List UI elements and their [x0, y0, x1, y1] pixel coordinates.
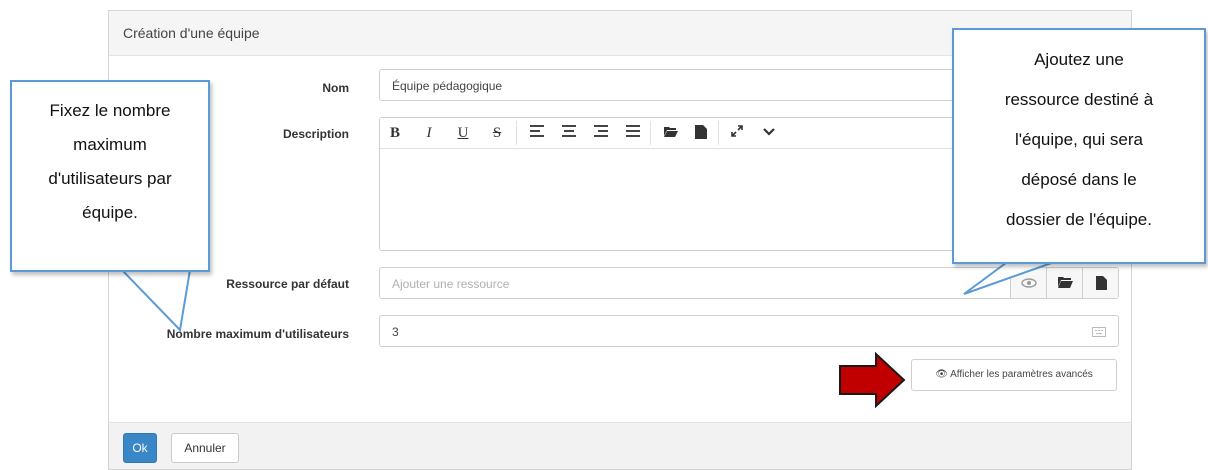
left-callout-line: équipe.	[82, 203, 138, 222]
left-callout-line: Fixez le nombre	[49, 101, 171, 120]
modal-footer: Ok Annuler	[109, 422, 1131, 469]
align-center-icon[interactable]	[558, 125, 580, 141]
right-callout-line: Ajoutez une	[1034, 50, 1124, 69]
underline-button[interactable]: U	[452, 125, 474, 141]
max-users-input[interactable]: 3	[379, 315, 1119, 347]
eye-icon: 👁	[935, 369, 948, 380]
left-callout: Fixez le nombre maximum d'utilisateurs p…	[10, 80, 210, 272]
justify-icon[interactable]	[622, 125, 644, 141]
red-arrow-icon	[839, 352, 906, 408]
fullscreen-icon[interactable]	[726, 125, 748, 141]
right-callout-line: ressource destiné à	[1004, 90, 1154, 109]
align-left-icon[interactable]	[526, 125, 548, 141]
show-advanced-button[interactable]: 👁 Afficher les paramètres avancés	[911, 359, 1117, 391]
name-value: Équipe pédagogique	[392, 79, 503, 93]
max-users-value: 3	[392, 325, 399, 339]
modal-title: Création d'une équipe	[123, 25, 260, 41]
file-icon[interactable]	[690, 125, 712, 141]
right-callout-line: l'équipe, qui sera	[1015, 130, 1143, 149]
right-callout: Ajoutez une ressource destiné à l'équipe…	[952, 28, 1206, 264]
max-users-label: Nombre maximum d'utilisateurs	[166, 327, 349, 341]
chevron-down-icon[interactable]	[758, 125, 780, 141]
right-callout-line: dossier de l'équipe.	[1006, 210, 1152, 229]
cancel-button[interactable]: Annuler	[171, 433, 239, 463]
show-advanced-label: Afficher les paramètres avancés	[950, 369, 1093, 380]
resource-placeholder: Ajouter une ressource	[392, 277, 510, 291]
align-right-icon[interactable]	[590, 125, 612, 141]
folder-open-icon[interactable]	[660, 125, 682, 141]
strikethrough-button[interactable]: S	[486, 125, 508, 141]
bold-button[interactable]: B	[384, 125, 406, 141]
left-callout-line: d'utilisateurs par	[48, 169, 172, 188]
keyboard-icon	[1092, 326, 1106, 340]
right-callout-line: déposé dans le	[1021, 170, 1137, 189]
italic-button[interactable]: I	[418, 125, 440, 141]
left-callout-line: maximum	[73, 135, 147, 154]
ok-button[interactable]: Ok	[123, 433, 157, 463]
